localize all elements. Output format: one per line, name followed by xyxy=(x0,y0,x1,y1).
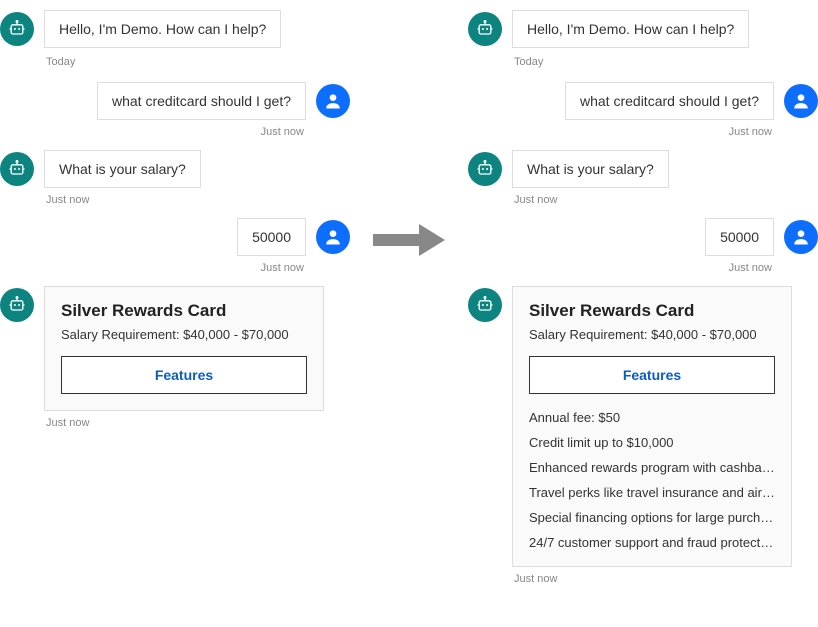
feature-item: Annual fee: $50 xyxy=(529,410,775,425)
recommendation-card: Silver Rewards Card Salary Requirement: … xyxy=(44,286,324,411)
timestamp: Just now xyxy=(468,194,818,206)
bot-message: What is your salary? xyxy=(44,150,201,188)
features-button[interactable]: Features xyxy=(61,356,307,394)
chat-panel-after: Hello, I'm Demo. How can I help? Today w… xyxy=(468,10,818,597)
feature-item: Enhanced rewards program with cashback o… xyxy=(529,460,775,475)
user-avatar xyxy=(316,84,350,118)
timestamp: Just now xyxy=(468,262,818,274)
bot-avatar xyxy=(468,288,502,322)
user-message: what creditcard should I get? xyxy=(97,82,306,120)
user-avatar xyxy=(316,220,350,254)
user-avatar xyxy=(784,220,818,254)
day-separator: Today xyxy=(468,56,818,68)
bot-message: Hello, I'm Demo. How can I help? xyxy=(44,10,281,48)
bot-avatar xyxy=(0,288,34,322)
features-list: Annual fee: $50 Credit limit up to $10,0… xyxy=(529,410,775,550)
bot-message: Hello, I'm Demo. How can I help? xyxy=(512,10,749,48)
feature-item: Special financing options for large purc… xyxy=(529,510,775,525)
card-subtitle: Salary Requirement: $40,000 - $70,000 xyxy=(61,327,307,342)
bot-avatar xyxy=(0,12,34,46)
recommendation-card-expanded: Silver Rewards Card Salary Requirement: … xyxy=(512,286,792,567)
timestamp: Just now xyxy=(0,262,350,274)
timestamp: Just now xyxy=(0,417,350,429)
feature-item: Credit limit up to $10,000 xyxy=(529,435,775,450)
user-message: 50000 xyxy=(705,218,774,256)
feature-item: 24/7 customer support and fraud protecti… xyxy=(529,535,775,550)
timestamp: Just now xyxy=(0,194,350,206)
card-title: Silver Rewards Card xyxy=(529,301,775,321)
timestamp: Just now xyxy=(468,126,818,138)
timestamp: Just now xyxy=(0,126,350,138)
bot-avatar xyxy=(468,12,502,46)
timestamp: Just now xyxy=(468,573,818,585)
chat-panel-before: Hello, I'm Demo. How can I help? Today w… xyxy=(0,10,350,441)
user-avatar xyxy=(784,84,818,118)
bot-message: What is your salary? xyxy=(512,150,669,188)
bot-avatar xyxy=(468,152,502,186)
transition-arrow xyxy=(350,10,468,260)
features-button[interactable]: Features xyxy=(529,356,775,394)
day-separator: Today xyxy=(0,56,350,68)
card-title: Silver Rewards Card xyxy=(61,301,307,321)
bot-avatar xyxy=(0,152,34,186)
user-message: what creditcard should I get? xyxy=(565,82,774,120)
user-message: 50000 xyxy=(237,218,306,256)
feature-item: Travel perks like travel insurance and a… xyxy=(529,485,775,500)
card-subtitle: Salary Requirement: $40,000 - $70,000 xyxy=(529,327,775,342)
